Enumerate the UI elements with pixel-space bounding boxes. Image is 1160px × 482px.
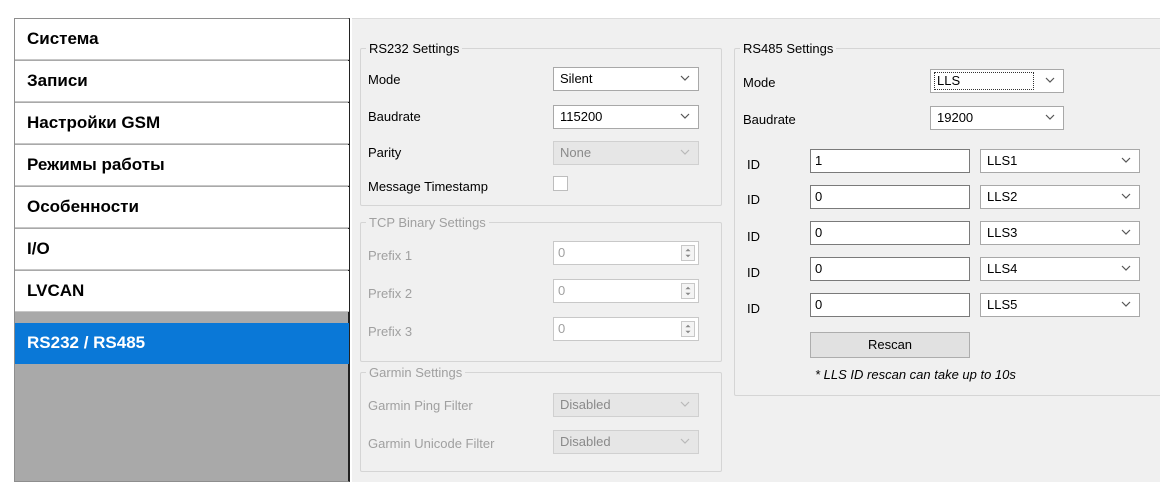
rs485-baudrate-value: 19200 (937, 110, 974, 125)
sidebar-item-features[interactable]: Особенности (15, 187, 349, 228)
prefix3-stepper[interactable]: 0 (553, 317, 699, 341)
sidebar-item-modes[interactable]: Режимы работы (15, 145, 349, 186)
prefix2-label: Prefix 2 (368, 286, 413, 301)
rs485-mode-dropdown[interactable]: LLS (930, 69, 1064, 93)
prefix1-value: 0 (558, 245, 566, 260)
chevron-down-icon (680, 75, 690, 81)
prefix1-label: Prefix 1 (368, 248, 413, 263)
garmin-unicode-dropdown[interactable]: Disabled (553, 430, 699, 454)
sidebar-item-system[interactable]: Система (15, 19, 349, 60)
sidebar: Система Записи Настройки GSM Режимы рабо… (14, 18, 350, 482)
garmin-ping-label: Garmin Ping Filter (368, 398, 473, 413)
rs232-settings-group: RS232 Settings Mode Silent Baudrate 1152… (360, 41, 722, 206)
prefix3-value: 0 (558, 321, 566, 336)
rs232-mode-dropdown[interactable]: Silent (553, 67, 699, 91)
rs232-parity-label: Parity (368, 145, 402, 160)
sensor-5-id-input[interactable]: 0 (810, 293, 970, 317)
sensor-id-label: ID (747, 301, 760, 316)
chevron-down-icon (680, 113, 690, 119)
garmin-ping-dropdown[interactable]: Disabled (553, 393, 699, 417)
chevron-down-icon (1121, 157, 1131, 163)
sensor-4-id-input[interactable]: 0 (810, 257, 970, 281)
rs232-mode-label: Mode (368, 72, 401, 87)
spin-up-down-icon (681, 283, 695, 299)
sensor-3-type-value: LLS3 (987, 225, 1018, 240)
focus-outline (934, 72, 1034, 90)
sidebar-item-io[interactable]: I/O (15, 229, 349, 270)
rs232-baudrate-value: 115200 (560, 109, 603, 124)
prefix2-value: 0 (558, 283, 566, 298)
rs485-settings-group: RS485 Settings Mode LLS Baudrate 19200 I… (734, 41, 1160, 396)
rs232-parity-value: None (560, 145, 592, 160)
sensor-2-type-dropdown[interactable]: LLS2 (980, 185, 1140, 209)
chevron-down-icon (680, 438, 690, 444)
sensor-id-label: ID (747, 265, 760, 280)
rs232-parity-dropdown[interactable]: None (553, 141, 699, 165)
sensor-5-type-value: LLS5 (987, 297, 1018, 312)
sensor-3-type-dropdown[interactable]: LLS3 (980, 221, 1140, 245)
tcp-binary-settings-group: TCP Binary Settings Prefix 1 0 Prefix 2 … (360, 215, 722, 362)
sensor-id-label: ID (747, 157, 760, 172)
prefix3-label: Prefix 3 (368, 324, 413, 339)
garmin-settings-group: Garmin Settings Garmin Ping Filter Disab… (360, 365, 722, 472)
chevron-down-icon (1045, 114, 1055, 120)
rs232-baudrate-dropdown[interactable]: 115200 (553, 105, 699, 129)
chevron-down-icon (680, 149, 690, 155)
sensor-3-id-input[interactable]: 0 (810, 221, 970, 245)
tcp-binary-settings-title: TCP Binary Settings (366, 215, 489, 230)
rs232-mode-value: Silent (560, 71, 593, 86)
garmin-unicode-value: Disabled (560, 434, 611, 449)
garmin-unicode-label: Garmin Unicode Filter (368, 436, 495, 451)
sensor-4-type-value: LLS4 (987, 261, 1018, 276)
chevron-down-icon (1121, 229, 1131, 235)
sensor-id-label: ID (747, 192, 760, 207)
prefix1-stepper[interactable]: 0 (553, 241, 699, 265)
sensor-1-id-input[interactable]: 1 (810, 149, 970, 173)
garmin-settings-title: Garmin Settings (366, 365, 466, 380)
rescan-button[interactable]: Rescan (810, 332, 970, 358)
rs232-timestamp-checkbox[interactable] (553, 176, 568, 191)
sensor-1-type-dropdown[interactable]: LLS1 (980, 149, 1140, 173)
sensor-4-type-dropdown[interactable]: LLS4 (980, 257, 1140, 281)
sensor-5-type-dropdown[interactable]: LLS5 (980, 293, 1140, 317)
rs232-settings-title: RS232 Settings (366, 41, 463, 56)
rs485-mode-label: Mode (743, 75, 776, 90)
rs232-baudrate-label: Baudrate (368, 109, 421, 124)
sensor-2-type-value: LLS2 (987, 189, 1018, 204)
sidebar-item-rs232-rs485[interactable]: RS232 / RS485 (15, 323, 349, 364)
sidebar-item-lvcan[interactable]: LVCAN (15, 271, 349, 312)
settings-panel: RS232 Settings Mode Silent Baudrate 1152… (352, 18, 1160, 482)
sensor-id-label: ID (747, 229, 760, 244)
rs485-baudrate-dropdown[interactable]: 19200 (930, 106, 1064, 130)
chevron-down-icon (1045, 77, 1055, 83)
chevron-down-icon (680, 401, 690, 407)
sidebar-item-records[interactable]: Записи (15, 61, 349, 102)
rs485-baudrate-label: Baudrate (743, 112, 796, 127)
sidebar-item-gsm[interactable]: Настройки GSM (15, 103, 349, 144)
prefix2-stepper[interactable]: 0 (553, 279, 699, 303)
spin-up-down-icon (681, 245, 695, 261)
chevron-down-icon (1121, 301, 1131, 307)
garmin-ping-value: Disabled (560, 397, 611, 412)
chevron-down-icon (1121, 193, 1131, 199)
rs485-settings-title: RS485 Settings (740, 41, 837, 56)
rescan-note: * LLS ID rescan can take up to 10s (815, 367, 1016, 382)
rs232-timestamp-label: Message Timestamp (368, 179, 488, 194)
sensor-1-type-value: LLS1 (987, 153, 1018, 168)
chevron-down-icon (1121, 265, 1131, 271)
spin-up-down-icon (681, 321, 695, 337)
sensor-2-id-input[interactable]: 0 (810, 185, 970, 209)
